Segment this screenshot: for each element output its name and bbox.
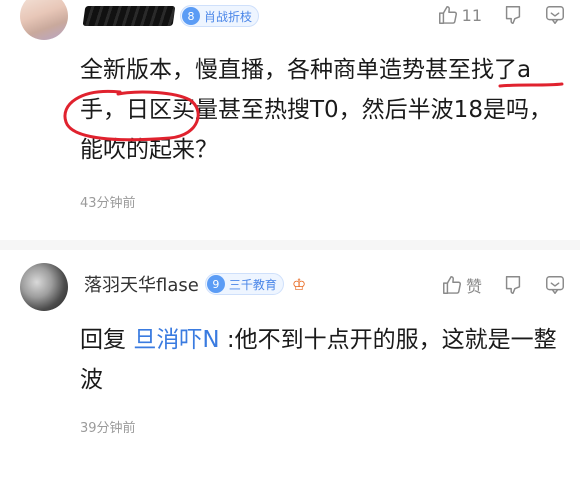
comment-actions: 赞: [421, 273, 566, 297]
comment-actions: 11: [417, 4, 566, 26]
thumbs-down-icon: [502, 274, 524, 296]
comment-header: 落羽天华flase 9 三千教育 ♔: [84, 270, 306, 298]
thumbs-up-icon: [437, 4, 459, 26]
dislike-button[interactable]: [502, 4, 524, 26]
reply-icon: [544, 4, 566, 26]
level-badge[interactable]: 8 肖战折枝: [180, 5, 260, 27]
level-name: 肖战折枝: [204, 9, 253, 24]
comment-text: 回复 旦消吓N :他不到十点开的服，这就是一整波: [80, 320, 560, 400]
level-badge[interactable]: 9 三千教育: [204, 273, 284, 295]
mention-link[interactable]: 旦消吓N: [133, 327, 219, 353]
reply-button[interactable]: [544, 274, 566, 296]
dislike-button[interactable]: [502, 274, 524, 296]
thumbs-down-icon: [502, 4, 524, 26]
username[interactable]: 落羽天华flase: [84, 271, 199, 297]
comment-time: 43分钟前: [80, 196, 136, 211]
comment-text: 全新版本，慢直播，各种商单造势甚至找了a手，日区买量甚至热搜T0，然后半波18是…: [80, 57, 552, 163]
medal-icon: ♔: [291, 274, 307, 294]
like-label: 赞: [465, 277, 482, 296]
like-count: 11: [461, 5, 482, 25]
comment-item: 落羽天华flase 9 三千教育 ♔ 赞 回复 旦消吓N :他不到十点开的服，这…: [0, 255, 580, 455]
reply-button[interactable]: [544, 4, 566, 26]
avatar[interactable]: [20, 263, 68, 311]
like-button[interactable]: 11: [437, 4, 482, 26]
level-number: 9: [206, 275, 225, 293]
level-number: 8: [182, 7, 200, 25]
level-name: 三千教育: [228, 277, 277, 292]
reply-prefix: 回复: [80, 327, 126, 353]
reply-icon: [544, 274, 566, 296]
comment-item: 8 肖战折枝 11 全新版本，慢直播，各种商单造势甚至找了a手，日区买量甚至热搜…: [0, 0, 580, 240]
like-button[interactable]: 赞: [441, 273, 482, 297]
comment-header: 8 肖战折枝: [82, 2, 260, 30]
avatar[interactable]: [20, 0, 68, 40]
redacted-username[interactable]: [82, 6, 176, 26]
section-divider: [0, 240, 580, 250]
thumbs-up-icon: [441, 274, 463, 296]
comment-time: 39分钟前: [80, 421, 136, 436]
